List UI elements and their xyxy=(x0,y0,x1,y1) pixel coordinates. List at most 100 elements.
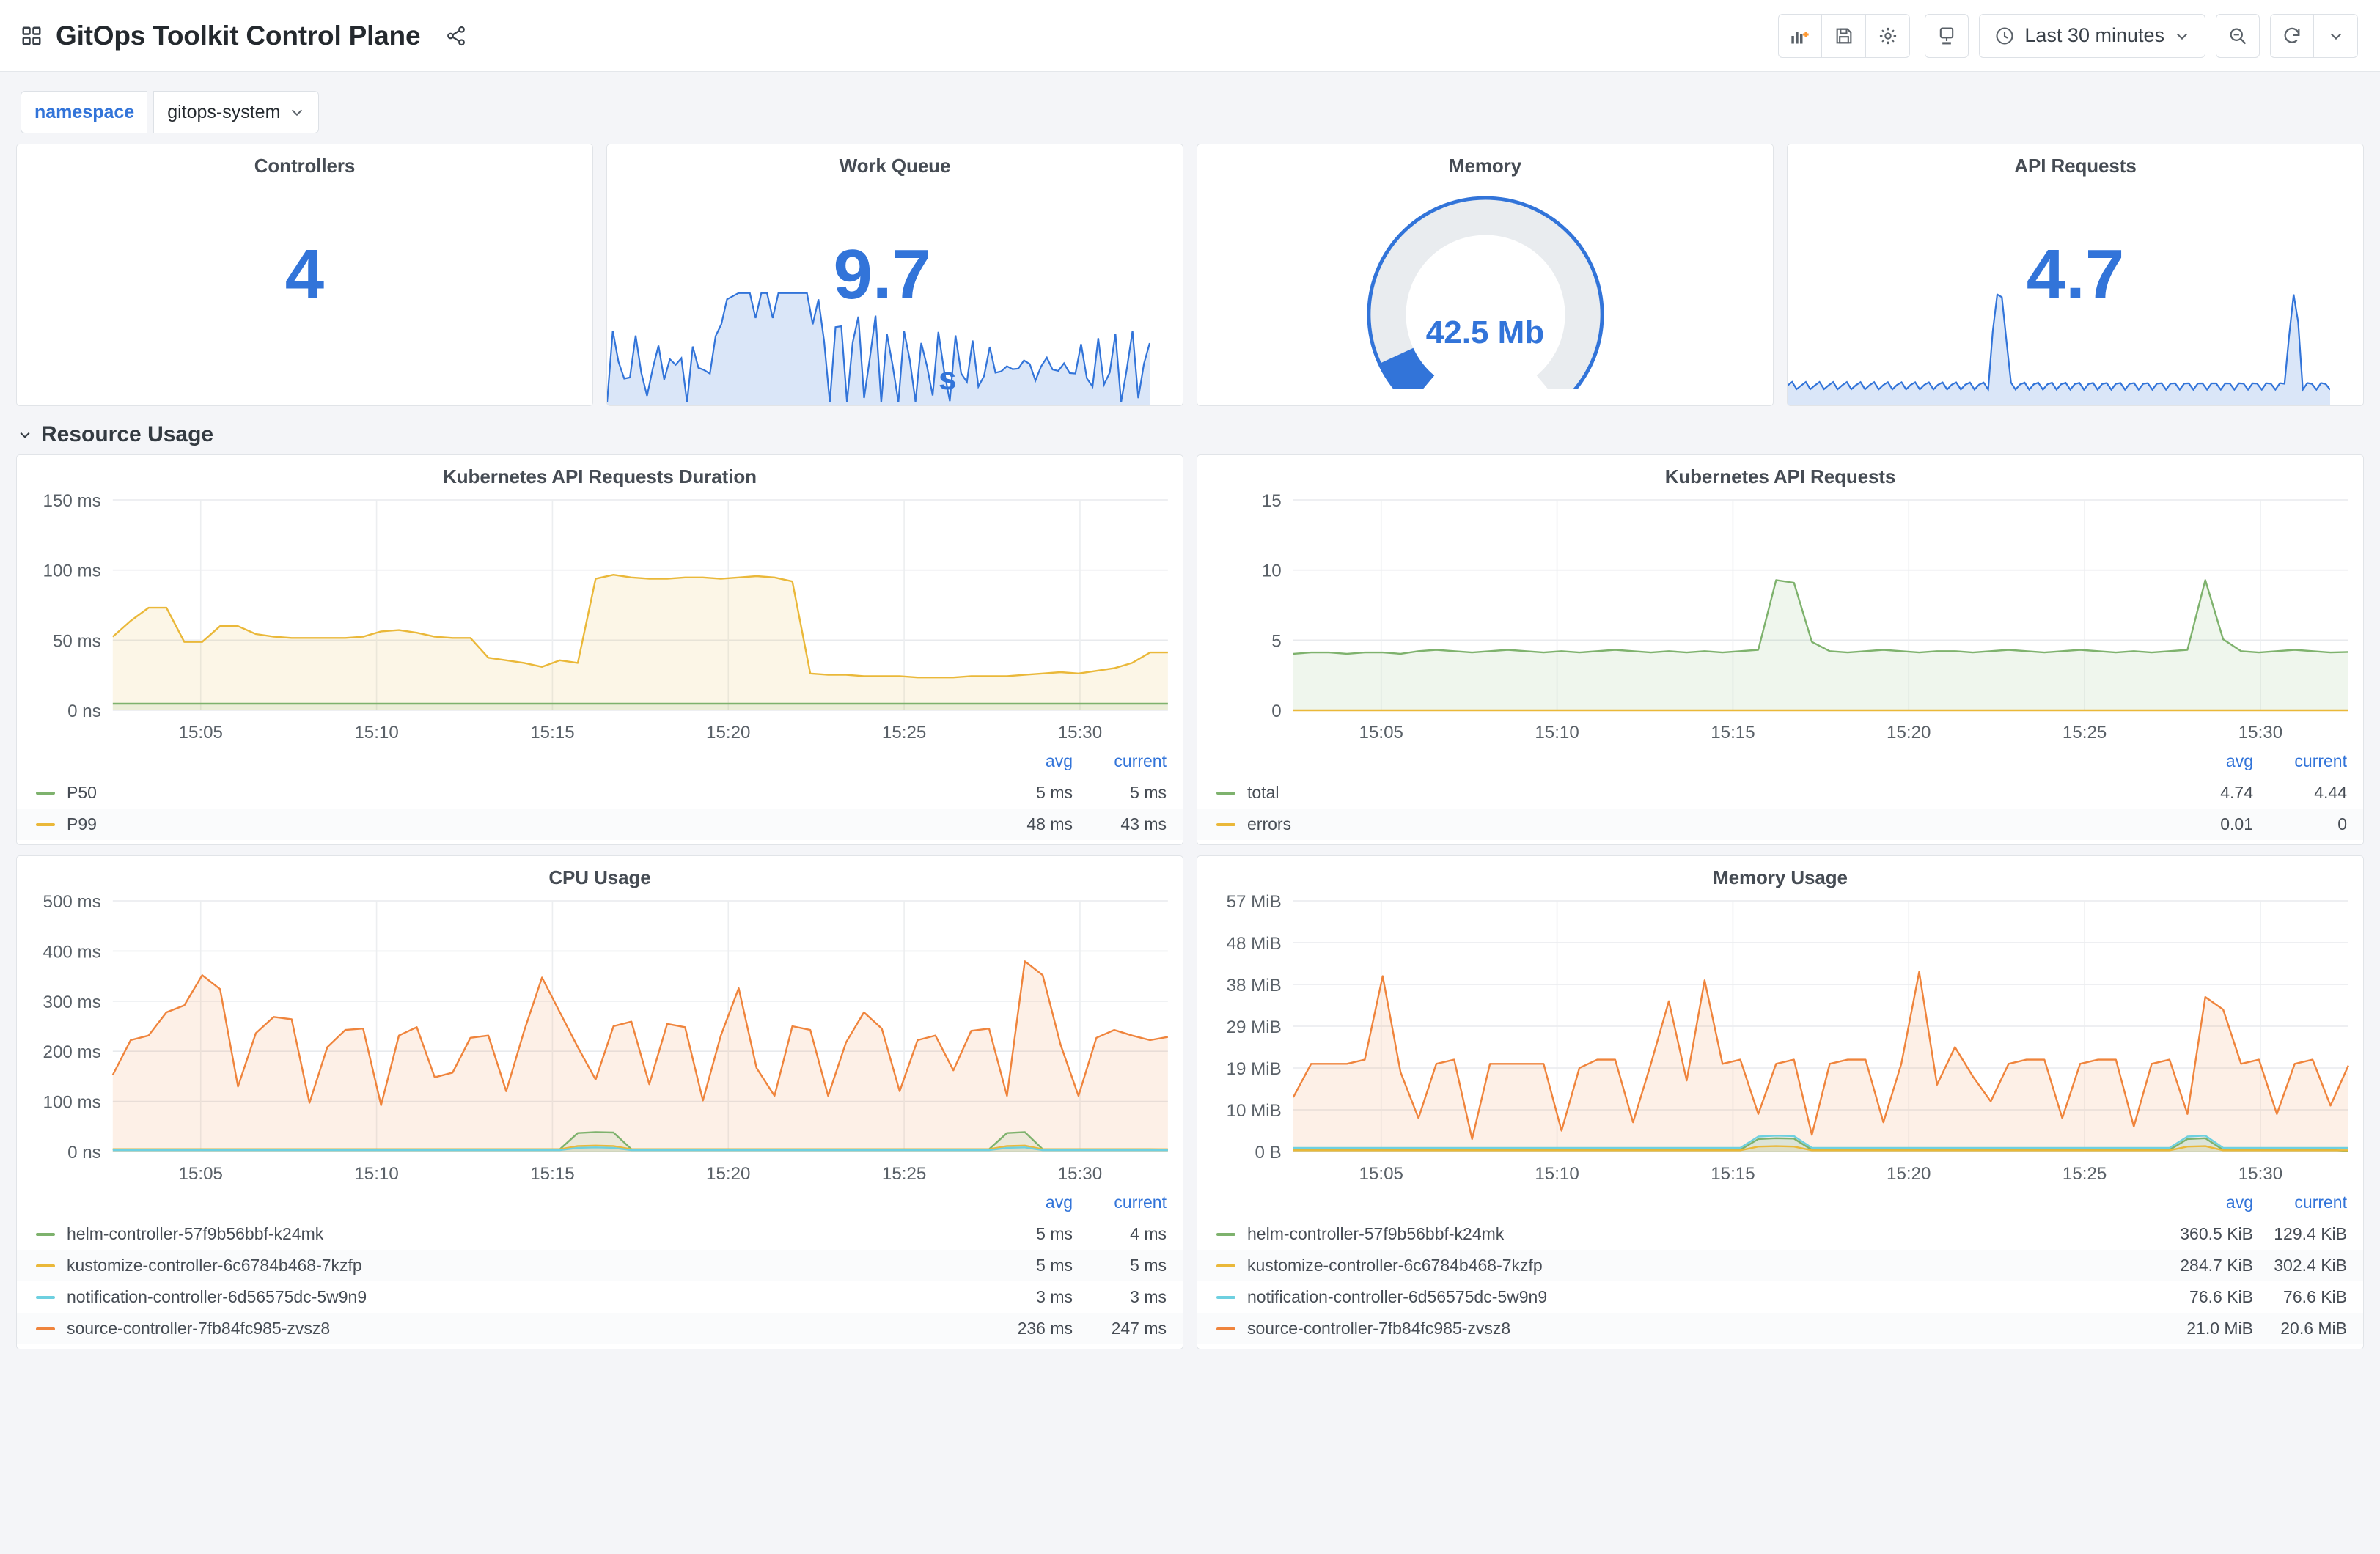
svg-text:15:15: 15:15 xyxy=(1711,723,1755,743)
legend-header: avg current xyxy=(17,1190,1183,1218)
add-panel-button[interactable] xyxy=(1778,13,1823,58)
legend-column-current[interactable]: current xyxy=(2253,1193,2347,1212)
legend-value-avg: 5 ms xyxy=(1036,1256,1073,1275)
legend-value-current: 247 ms xyxy=(1111,1319,1167,1338)
legend-row[interactable]: kustomize-controller-6c6784b468-7kzfp 5 m… xyxy=(17,1250,1183,1281)
stat-value-memory: 42.5 Mb xyxy=(1425,314,1545,350)
legend-series-name: notification-controller-6d56575dc-5w9n9 xyxy=(67,1287,367,1306)
series-color-swatch xyxy=(36,822,55,826)
legend-row[interactable]: P99 48 ms 43 ms xyxy=(17,809,1183,840)
legend-column-avg[interactable]: avg xyxy=(2159,751,2253,771)
chevron-down-icon xyxy=(18,427,32,442)
legend-value-avg: 360.5 KiB xyxy=(2180,1224,2253,1243)
svg-text:0: 0 xyxy=(1271,701,1281,721)
row-title-resource-usage: Resource Usage xyxy=(41,422,214,446)
variable-gap xyxy=(147,91,153,133)
svg-text:15:20: 15:20 xyxy=(706,723,750,743)
panel-memory-usage[interactable]: Memory Usage 0 B 10 MiB 19 MiB 29 MiB 38 MiB… xyxy=(1197,855,2364,1349)
series-color-swatch xyxy=(36,1232,55,1236)
panel-work-queue[interactable]: Work Queue 9.7 s xyxy=(606,144,1183,406)
dashboard-brand: GitOps Toolkit Control Plane xyxy=(21,21,467,51)
panel-k8s-api-requests-duration[interactable]: Kubernetes API Requests Duration 0 ns 50 … xyxy=(16,454,1183,845)
variable-label-namespace: namespace xyxy=(21,91,148,133)
refresh-interval-button[interactable] xyxy=(2314,13,2358,58)
variable-value-namespace: gitops-system xyxy=(167,101,281,122)
legend-value-avg: 5 ms xyxy=(1036,783,1073,802)
legend-column-current[interactable]: current xyxy=(2253,751,2347,771)
svg-text:15: 15 xyxy=(1262,491,1282,511)
refresh-button[interactable] xyxy=(2270,13,2314,58)
series-color-swatch xyxy=(1216,791,1235,795)
legend-column-current[interactable]: current xyxy=(1073,1193,1167,1212)
series-color-swatch xyxy=(36,791,55,795)
legend-series-name: kustomize-controller-6c6784b468-7kzfp xyxy=(67,1256,362,1275)
series-color-swatch xyxy=(36,1327,55,1330)
legend-row[interactable]: kustomize-controller-6c6784b468-7kzfp 284… xyxy=(1197,1250,2363,1281)
legend-value-avg: 3 ms xyxy=(1036,1287,1073,1306)
series-color-swatch xyxy=(1216,1264,1235,1267)
legend-column-current[interactable]: current xyxy=(1073,751,1167,771)
stat-value-api-requests: 4.7 xyxy=(1788,144,2363,405)
legend-column-avg[interactable]: avg xyxy=(2159,1193,2253,1212)
legend-row[interactable]: helm-controller-57f9b56bbf-k24mk 360.5 Ki… xyxy=(1197,1218,2363,1250)
svg-text:50 ms: 50 ms xyxy=(53,631,101,651)
svg-text:29 MiB: 29 MiB xyxy=(1227,1017,1282,1037)
row-header-resource-usage[interactable]: Resource Usage xyxy=(0,406,2380,454)
legend-value-current: 20.6 MiB xyxy=(2280,1319,2347,1338)
panel-title-memory-usage: Memory Usage xyxy=(1713,866,1848,888)
panel-api-requests[interactable]: API Requests 4.7 xyxy=(1787,144,2364,406)
legend-value-current: 302.4 KiB xyxy=(2274,1256,2347,1275)
panel-controllers[interactable]: Controllers 4 xyxy=(16,144,593,406)
svg-text:5: 5 xyxy=(1271,631,1281,651)
legend-value-current: 5 ms xyxy=(1130,783,1167,802)
svg-text:15:30: 15:30 xyxy=(2238,723,2282,743)
legend-row[interactable]: source-controller-7fb84fc985-zvsz8 21.0 M… xyxy=(1197,1313,2363,1344)
time-range-label: Last 30 minutes xyxy=(2024,24,2164,46)
svg-text:500 ms: 500 ms xyxy=(43,892,101,912)
legend-row[interactable]: notification-controller-6d56575dc-5w9n9 3… xyxy=(17,1281,1183,1313)
variable-picker-namespace[interactable]: gitops-system xyxy=(153,91,320,133)
legend-row[interactable]: helm-controller-57f9b56bbf-k24mk 5 ms 4 ms xyxy=(17,1218,1183,1250)
svg-text:15:15: 15:15 xyxy=(530,723,574,743)
stat-number-controllers: 4 xyxy=(284,235,325,314)
legend-row[interactable]: errors 0.01 0 xyxy=(1197,809,2363,840)
stat-unit-work-queue: s xyxy=(938,361,957,397)
tv-mode-button[interactable] xyxy=(1925,13,1969,58)
stat-value-work-queue: 9.7 s xyxy=(607,144,1183,405)
legend-row[interactable]: source-controller-7fb84fc985-zvsz8 236 ms… xyxy=(17,1313,1183,1344)
legend-row[interactable]: notification-controller-6d56575dc-5w9n9 7… xyxy=(1197,1281,2363,1313)
svg-text:15:30: 15:30 xyxy=(1058,723,1102,743)
series-color-swatch xyxy=(1216,1327,1235,1330)
stat-number-work-queue: 9.7 xyxy=(833,235,931,314)
svg-text:15:10: 15:10 xyxy=(1535,723,1579,743)
zoom-out-button[interactable] xyxy=(2216,13,2260,58)
svg-text:15:30: 15:30 xyxy=(2238,1164,2282,1184)
svg-text:15:05: 15:05 xyxy=(179,1164,223,1184)
share-icon[interactable] xyxy=(433,25,467,47)
gauge-memory xyxy=(1366,196,1604,389)
stat-number-api-requests: 4.7 xyxy=(2026,235,2125,314)
legend-row[interactable]: P50 5 ms 5 ms xyxy=(17,777,1183,809)
legend-k8s-api-requests-duration: avg current P50 5 ms 5 ms P99 48 ms 43 ms xyxy=(17,748,1183,844)
svg-text:15:05: 15:05 xyxy=(1359,1164,1403,1184)
legend-series-name: source-controller-7fb84fc985-zvsz8 xyxy=(67,1319,331,1338)
legend-value-avg: 48 ms xyxy=(1026,814,1073,833)
time-range-picker[interactable]: Last 30 minutes xyxy=(1979,13,2205,58)
legend-value-avg: 0.01 xyxy=(2220,814,2253,833)
stat-panel-row: Controllers 4 Work Queue 9.7 s Memory 42… xyxy=(0,144,2380,406)
panel-memory[interactable]: Memory 42.5 Mb xyxy=(1197,144,1774,406)
legend-column-avg[interactable]: avg xyxy=(979,751,1073,771)
panel-title-k8s-api-requests-duration: Kubernetes API Requests Duration xyxy=(443,465,757,487)
svg-text:15:10: 15:10 xyxy=(354,723,398,743)
svg-text:15:25: 15:25 xyxy=(882,723,926,743)
legend-series-name: P50 xyxy=(67,783,97,802)
svg-text:15:05: 15:05 xyxy=(179,723,223,743)
legend-column-avg[interactable]: avg xyxy=(979,1193,1073,1212)
legend-series-name: kustomize-controller-6c6784b468-7kzfp xyxy=(1247,1256,1543,1275)
legend-row[interactable]: total 4.74 4.44 xyxy=(1197,777,2363,809)
save-dashboard-button[interactable] xyxy=(1822,13,1867,58)
panel-cpu-usage[interactable]: CPU Usage 0 ns 100 ms 200 ms 300 ms 400 ms 50… xyxy=(16,855,1183,1349)
dashboard-settings-button[interactable] xyxy=(1866,13,1911,58)
panel-k8s-api-requests[interactable]: Kubernetes API Requests 0 5 10 15 15:05 15:10… xyxy=(1197,454,2364,845)
legend-header: avg current xyxy=(1197,1190,2363,1218)
